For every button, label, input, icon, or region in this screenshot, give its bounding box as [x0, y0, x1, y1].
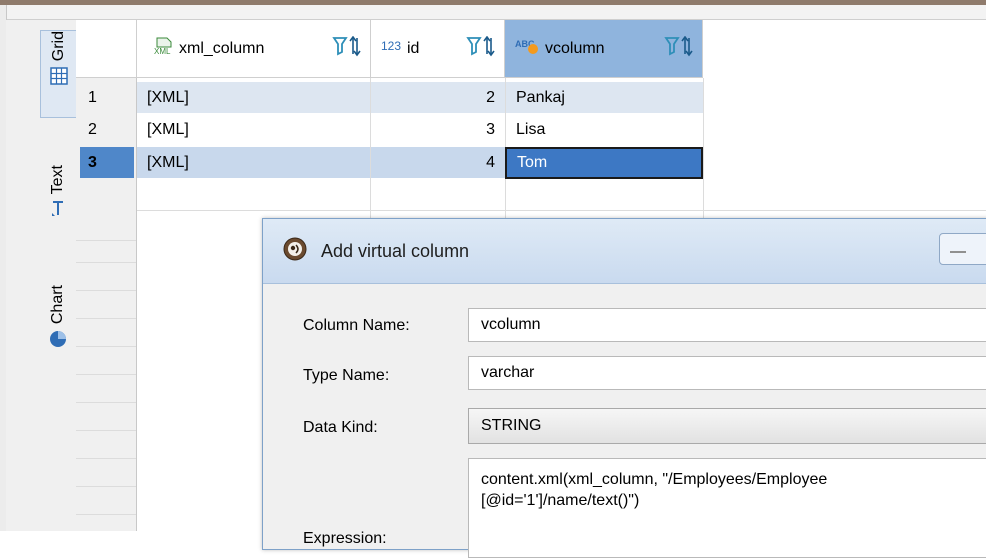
- tab-text-label: Text: [49, 165, 66, 195]
- type-name-input[interactable]: varchar: [468, 356, 986, 390]
- column-header-label: id: [407, 39, 420, 57]
- text-icon: [50, 200, 66, 223]
- row-number-label: 1: [88, 88, 97, 106]
- expression-textarea[interactable]: content.xml(xml_column, "/Employees/Empl…: [468, 458, 986, 558]
- row-divider: [76, 402, 136, 403]
- filter-sort-icon[interactable]: [664, 35, 694, 63]
- number-type-icon: 123: [381, 37, 405, 60]
- xml-type-badge: XML: [154, 47, 171, 55]
- row-number-label: 2: [88, 120, 97, 138]
- table-cell-xml_column[interactable]: [XML]: [137, 82, 370, 113]
- row-divider: [76, 430, 136, 431]
- tab-grid[interactable]: Grid: [40, 30, 77, 118]
- filter-sort-icon[interactable]: [466, 35, 496, 63]
- table-cell-id[interactable]: 4: [371, 147, 505, 178]
- dialog-body: Column Name: vcolumn Type Name: varchar …: [263, 284, 986, 558]
- column-divider: [703, 78, 704, 218]
- column-header-id[interactable]: 123 id: [371, 20, 505, 78]
- filter-sort-icon[interactable]: [332, 35, 362, 63]
- number-type-badge: 123: [381, 39, 401, 53]
- table-cell-xml_column[interactable]: [XML]: [137, 147, 370, 178]
- dialog-title: Add virtual column: [321, 241, 470, 261]
- app-logo-icon: [283, 237, 307, 266]
- column-header-vcolumn[interactable]: ABC vcolumn: [505, 20, 703, 78]
- row-number-1[interactable]: 1: [80, 82, 134, 113]
- column-header-label: xml_column: [179, 39, 265, 57]
- column-header-xml_column[interactable]: XML xml_column: [137, 20, 371, 78]
- tab-grid-label: Grid: [50, 31, 67, 62]
- column-name-label: Column Name:: [303, 317, 410, 334]
- header-corner: [76, 20, 137, 78]
- string-type-icon: ABC: [515, 37, 543, 60]
- table-cell-vcolumn[interactable]: Pankaj: [506, 82, 703, 113]
- column-name-input[interactable]: vcolumn: [468, 308, 986, 342]
- table-cell-id[interactable]: 2: [371, 82, 505, 113]
- pie-chart-icon: [49, 330, 67, 353]
- data-kind-select[interactable]: STRING: [468, 408, 986, 444]
- row-divider: [76, 458, 136, 459]
- tab-text[interactable]: Text: [40, 165, 76, 265]
- dialog-titlebar[interactable]: Add virtual column: [263, 219, 986, 284]
- row-divider: [76, 240, 136, 241]
- row-divider: [137, 210, 986, 211]
- row-divider: [76, 374, 136, 375]
- add-virtual-column-dialog: Add virtual column Column Name: vcolumn …: [262, 218, 986, 558]
- row-divider: [76, 514, 136, 515]
- table-cell-id[interactable]: 3: [371, 114, 505, 145]
- table-cell-vcolumn[interactable]: Lisa: [506, 114, 703, 145]
- row-divider: [76, 346, 136, 347]
- toolbar-strip: [0, 5, 986, 20]
- row-divider: [76, 318, 136, 319]
- row-divider: [76, 290, 136, 291]
- row-divider: [76, 262, 136, 263]
- data-kind-label: Data Kind:: [303, 419, 378, 436]
- table-cell-vcolumn-focused[interactable]: Tom: [505, 147, 703, 179]
- xml-type-icon: XML: [153, 37, 173, 60]
- expression-label: Expression:: [303, 530, 387, 547]
- column-header-label: vcolumn: [545, 39, 605, 57]
- grid-icon: [50, 67, 68, 90]
- tab-chart-label: Chart: [49, 285, 66, 325]
- row-number-2[interactable]: 2: [80, 114, 134, 145]
- row-number-3[interactable]: 3: [80, 147, 134, 178]
- row-number-label: 3: [88, 153, 97, 171]
- row-divider: [76, 486, 136, 487]
- minimize-button[interactable]: [939, 233, 986, 265]
- type-name-label: Type Name:: [303, 367, 390, 384]
- table-cell-xml_column[interactable]: [XML]: [137, 114, 370, 145]
- tab-chart[interactable]: Chart: [40, 285, 76, 385]
- side-tab-bar: Grid Text Chart: [6, 20, 77, 531]
